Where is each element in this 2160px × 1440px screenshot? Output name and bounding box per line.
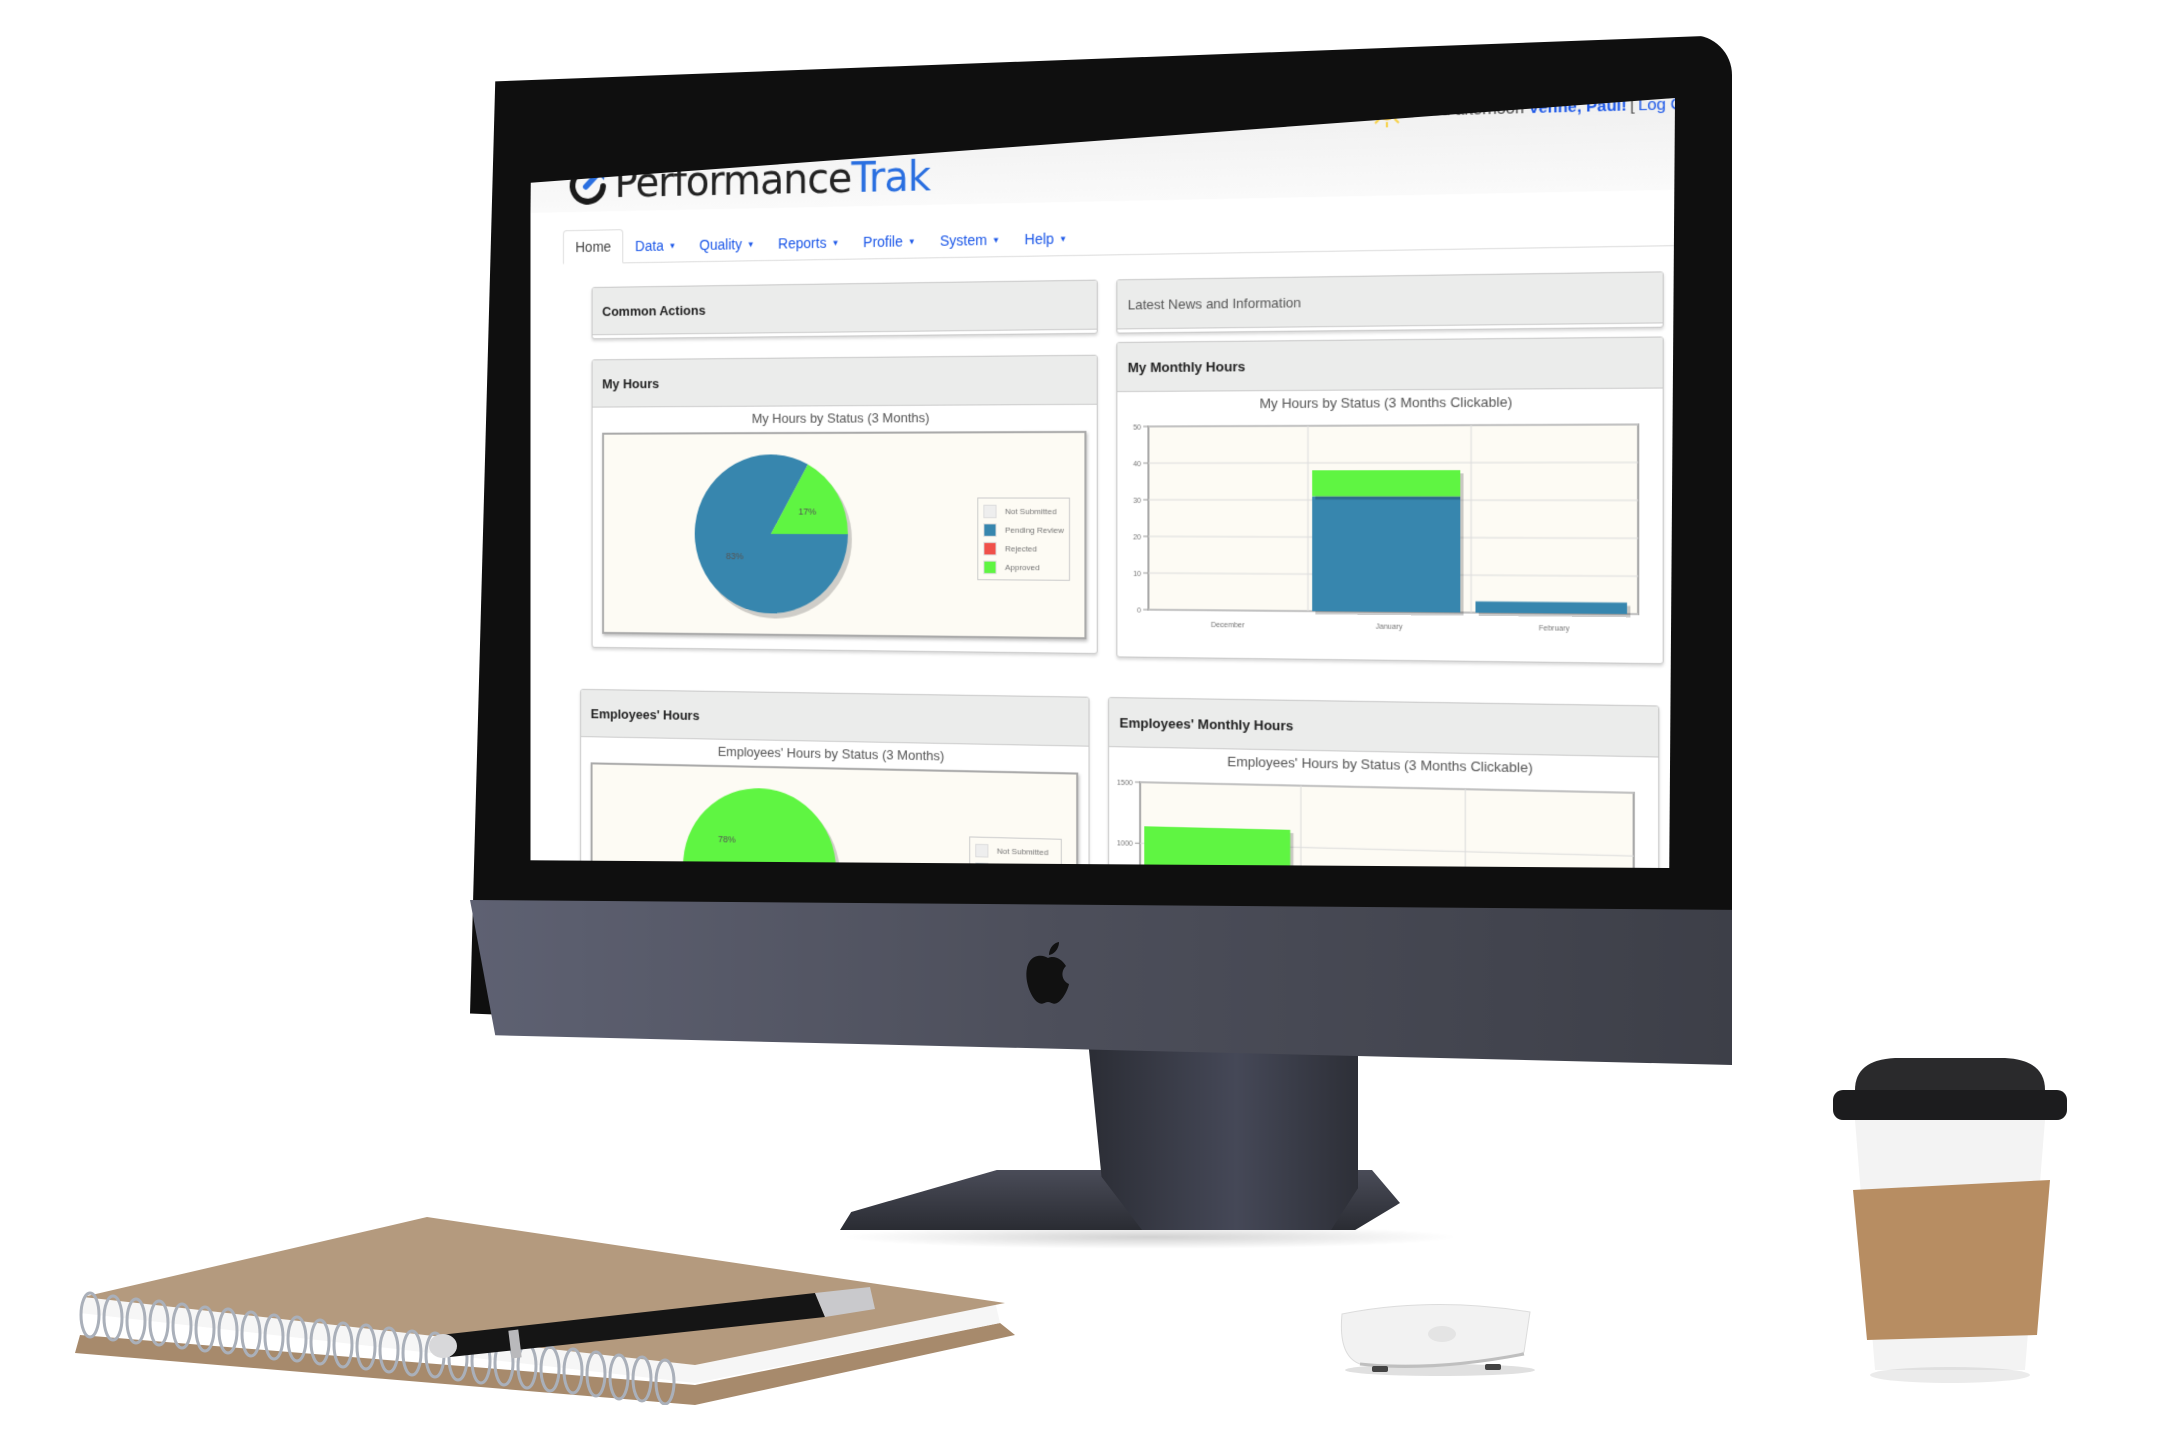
tab-profile[interactable]: Profile ▼ (851, 224, 928, 258)
pie-data-label: 17% (798, 507, 816, 517)
y-tick-label: 1500 (1117, 780, 1133, 788)
bar-pending-review[interactable] (1475, 601, 1628, 615)
x-tick-label: January (1376, 623, 1403, 631)
y-tick-label: 50 (1133, 424, 1141, 431)
monitor-screen: Performance Trak Good afternoon (525, 98, 1675, 868)
chart-title: My Hours by Status (3 Months Clickable) (1259, 393, 1513, 412)
log-off-link[interactable]: Log Off (1638, 98, 1675, 114)
bar-approved[interactable] (1312, 470, 1461, 497)
panel-my-hours: My Hours My Hours by Status (3 Months) 8… (591, 354, 1098, 655)
y-tick-label: 0 (1137, 607, 1141, 614)
legend-item[interactable]: Not Submitted (975, 841, 1055, 862)
app-window: Performance Trak Good afternoon (530, 98, 1675, 868)
main-nav: Home Data ▼ Quality ▼ Reports ▼ Profile ▼ Sy… (562, 202, 1675, 265)
tab-help[interactable]: Help ▼ (1012, 222, 1079, 256)
legend-label: Not Submitted (1004, 506, 1057, 516)
monitor-stand-neck (1088, 1040, 1358, 1230)
tab-label: System (939, 231, 988, 249)
caret-down-icon: ▼ (746, 239, 755, 249)
y-tick-label: 10 (1133, 571, 1141, 578)
tab-label: Profile (863, 233, 903, 251)
legend-label: Pending Review (1004, 524, 1064, 535)
panel-title: Employees' Monthly Hours (1109, 698, 1659, 758)
y-tick-label: 1000 (1117, 841, 1133, 849)
coffee-cup (1833, 1058, 2067, 1383)
pie-plot-area: 78% Not Submitted Pending Review Rejecte… (590, 762, 1079, 868)
bar-pending-review[interactable] (1312, 496, 1461, 613)
legend-label: Rejected (1004, 543, 1038, 554)
legend-item[interactable]: Rejected (983, 539, 1064, 558)
notebook (75, 1217, 1015, 1405)
panel-common-actions: Common Actions (591, 279, 1098, 340)
legend-swatch (983, 560, 997, 574)
panel-title: My Hours (592, 355, 1097, 408)
panel-my-monthly-hours: My Monthly Hours My Hours by Status (3 M… (1116, 336, 1664, 665)
panel-latest-news: Latest News and Information (1116, 271, 1664, 334)
legend-item[interactable]: Not Submitted (983, 502, 1064, 521)
y-tick-label: 20 (1133, 534, 1141, 541)
pie-plot-area: 83% 17% Not Submitted Pending Review Reje… (602, 430, 1087, 640)
legend-label: Approved (1004, 562, 1040, 572)
caret-down-icon: ▼ (831, 237, 840, 248)
apple-logo-icon (1026, 942, 1069, 1004)
panel-title: Common Actions (592, 280, 1097, 336)
desk-scene: Performance Trak Good afternoon (0, 0, 2160, 1440)
magic-mouse (1340, 1304, 1535, 1376)
employees-monthly-bar-chart[interactable]: 10001500DecemberJanuaryFebruary (1109, 771, 1658, 868)
tab-label: Reports (778, 234, 827, 252)
legend-swatch (983, 522, 997, 537)
tab-label: Quality (699, 236, 742, 254)
x-tick-label: December (1211, 622, 1246, 630)
legend-swatch (975, 843, 989, 858)
panel-employees-hours: Employees' Hours Employees' Hours by Sta… (580, 688, 1090, 868)
panel-employees-monthly-hours: Employees' Monthly Hours Employees' Hour… (1108, 696, 1660, 868)
caret-down-icon: ▼ (907, 236, 916, 246)
tab-label: Home (575, 238, 612, 256)
tab-data[interactable]: Data ▼ (624, 229, 688, 262)
panel-title: Latest News and Information (1117, 272, 1663, 330)
pie-data-label: 78% (718, 834, 736, 845)
panel-title: My Monthly Hours (1117, 337, 1663, 393)
tab-reports[interactable]: Reports ▼ (766, 226, 851, 260)
logo-text-trak: Trak (851, 153, 931, 203)
tab-label: Help (1024, 230, 1054, 248)
legend-item[interactable]: Pending Review (983, 520, 1064, 539)
caret-down-icon: ▼ (992, 234, 1001, 245)
tab-quality[interactable]: Quality ▼ (688, 227, 767, 261)
x-tick-label: February (1539, 625, 1570, 633)
y-tick-label: 40 (1133, 461, 1141, 468)
y-tick-label: 30 (1133, 498, 1141, 505)
legend-label: Not Submitted (996, 845, 1049, 857)
tab-home[interactable]: Home (562, 229, 624, 265)
monitor-chin (470, 900, 1732, 1065)
legend-item[interactable]: Approved (983, 557, 1064, 576)
chart-legend: Not Submitted Pending Review Rejected Ap… (977, 497, 1071, 581)
my-monthly-bar-chart[interactable]: 0 10 20 30 40 50 December January February (1117, 414, 1662, 658)
gridline (1148, 462, 1638, 463)
caret-down-icon: ▼ (1059, 233, 1068, 244)
caret-down-icon: ▼ (668, 240, 677, 251)
tab-label: Data (635, 237, 664, 255)
bar-approved[interactable] (1144, 826, 1291, 868)
panel-title: Employees' Hours (581, 689, 1089, 747)
chart-title: My Hours by Status (3 Months) (751, 409, 930, 427)
chart-legend: Not Submitted Pending Review Rejected Ap… (969, 836, 1062, 868)
legend-swatch (983, 504, 997, 518)
pie-slice-approved[interactable] (683, 786, 837, 868)
legend-swatch (983, 541, 997, 555)
pie-data-label: 83% (726, 551, 744, 561)
tab-system[interactable]: System ▼ (928, 223, 1013, 258)
